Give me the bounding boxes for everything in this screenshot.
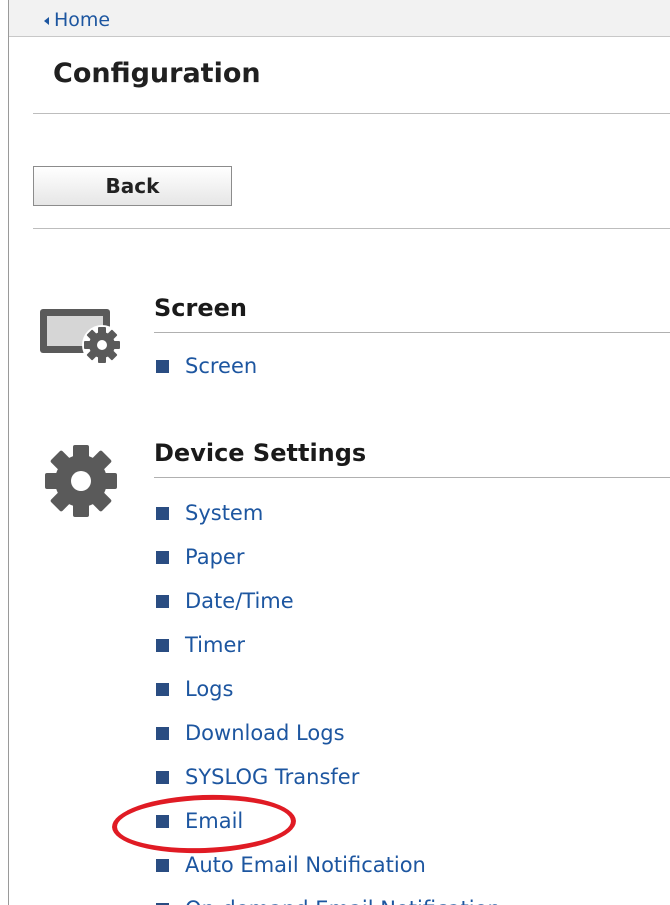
back-divider	[33, 228, 670, 229]
left-border	[8, 0, 9, 905]
section-rule-screen	[154, 332, 670, 333]
bullet-icon	[156, 594, 169, 608]
link-label: SYSLOG Transfer	[185, 765, 360, 789]
title-divider	[33, 113, 670, 114]
back-button[interactable]: Back	[33, 166, 232, 206]
top-nav-bar: Home	[9, 0, 670, 37]
back-arrow-icon	[44, 16, 49, 25]
page-title: Configuration	[53, 58, 261, 89]
link-email[interactable]: Email	[156, 799, 501, 843]
link-on-demand-email-notification[interactable]: On-demand Email Notification	[156, 887, 501, 905]
home-link[interactable]: Home	[44, 9, 110, 31]
bullet-icon	[156, 814, 169, 828]
bullet-icon	[156, 858, 169, 872]
link-label: Date/Time	[185, 589, 294, 613]
link-label: Auto Email Notification	[185, 853, 426, 877]
link-auto-email-notification[interactable]: Auto Email Notification	[156, 843, 501, 887]
link-label: Screen	[185, 354, 258, 378]
screen-settings-icon	[40, 309, 122, 365]
link-logs[interactable]: Logs	[156, 667, 501, 711]
bullet-icon	[156, 638, 169, 652]
bullet-icon	[156, 682, 169, 696]
link-date-time[interactable]: Date/Time	[156, 579, 501, 623]
configuration-page: Home Configuration Back Screen Screen De…	[0, 0, 670, 905]
link-label: Paper	[185, 545, 245, 569]
section-title-screen: Screen	[154, 294, 247, 322]
link-screen[interactable]: Screen	[156, 344, 257, 388]
device-settings-link-list: System Paper Date/Time Timer Logs Downlo…	[156, 491, 501, 905]
link-download-logs[interactable]: Download Logs	[156, 711, 501, 755]
link-label: Logs	[185, 677, 234, 701]
link-system[interactable]: System	[156, 491, 501, 535]
link-label: System	[185, 501, 264, 525]
link-timer[interactable]: Timer	[156, 623, 501, 667]
bullet-icon	[156, 726, 169, 740]
bullet-icon	[156, 359, 169, 373]
link-label: Download Logs	[185, 721, 345, 745]
screen-link-list: Screen	[156, 344, 257, 388]
gear-icon	[45, 445, 117, 517]
section-rule-device-settings	[154, 477, 670, 478]
link-label: On-demand Email Notification	[185, 897, 501, 905]
link-paper[interactable]: Paper	[156, 535, 501, 579]
section-title-device-settings: Device Settings	[154, 439, 367, 467]
home-link-label: Home	[54, 9, 111, 31]
link-label: Email	[185, 809, 244, 833]
bullet-icon	[156, 550, 169, 564]
bullet-icon	[156, 506, 169, 520]
link-label: Timer	[185, 633, 246, 657]
link-syslog-transfer[interactable]: SYSLOG Transfer	[156, 755, 501, 799]
bullet-icon	[156, 770, 169, 784]
